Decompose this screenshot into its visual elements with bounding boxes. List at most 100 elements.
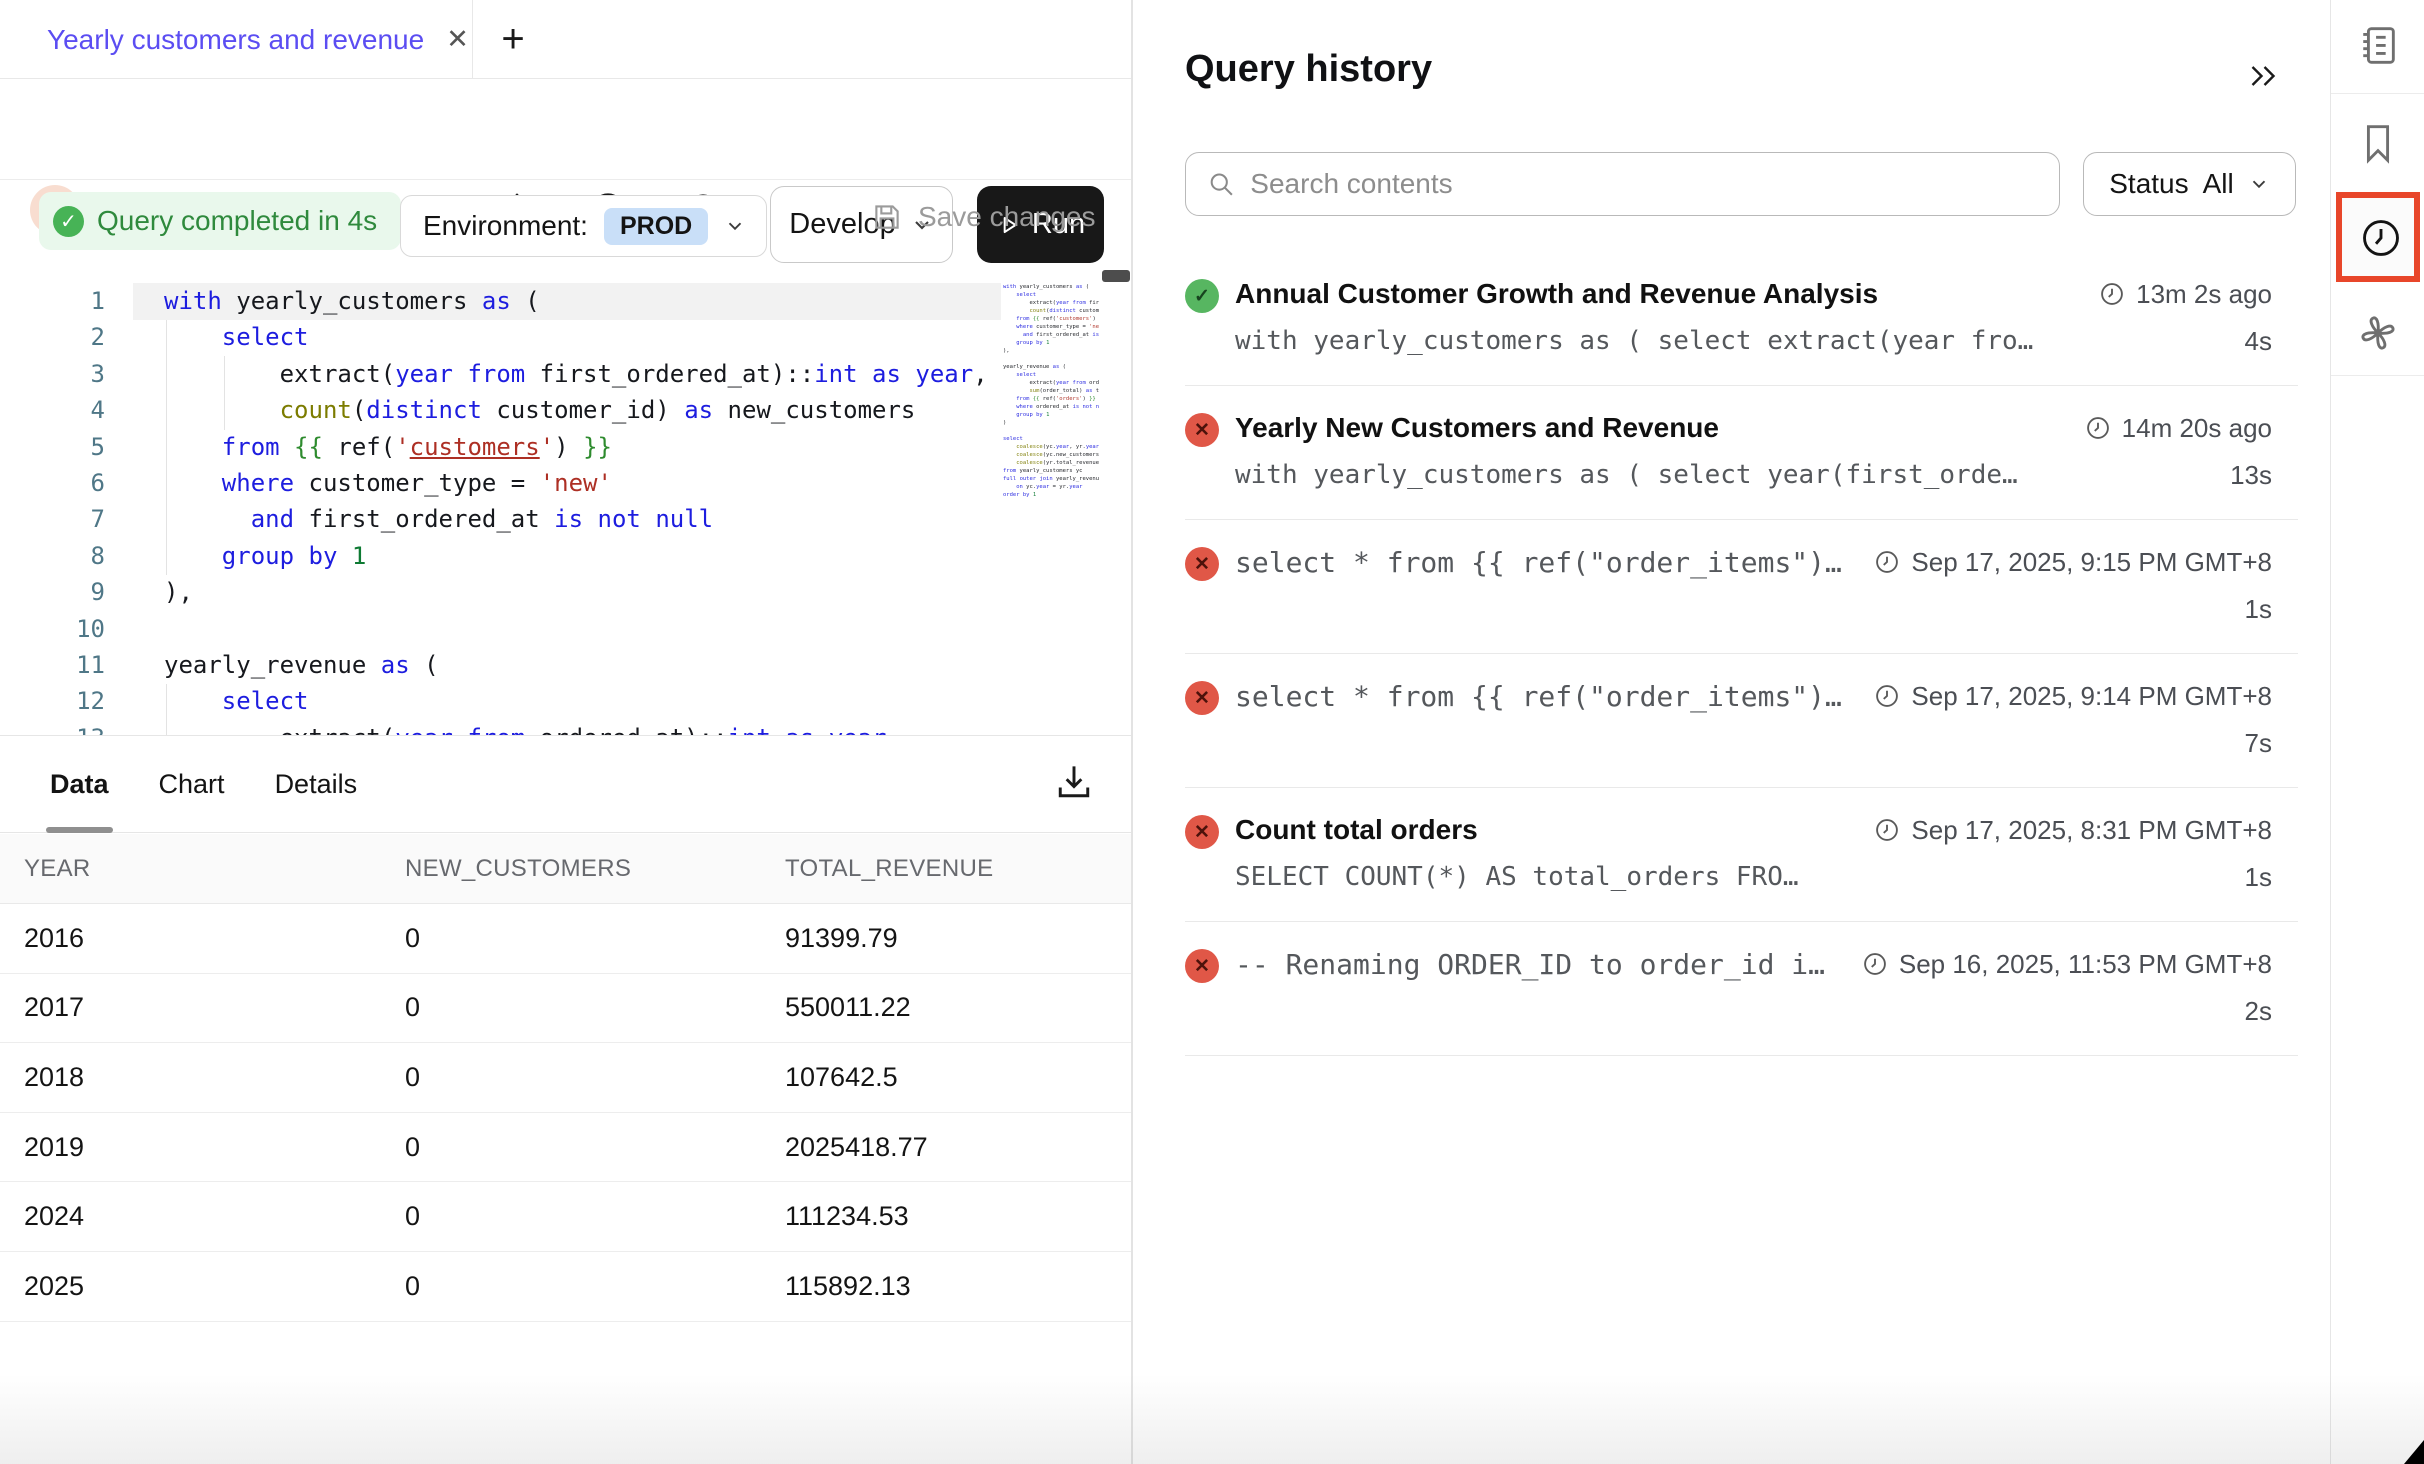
- table-row[interactable]: 20180107642.5: [0, 1043, 1131, 1113]
- clock-icon: [1873, 682, 1901, 710]
- code-line: count(distinct customer_id) as new_custo…: [164, 392, 1004, 428]
- table-cell: 0: [405, 1271, 420, 1302]
- results-tab-chart[interactable]: Chart: [159, 736, 225, 833]
- clock-icon: [2084, 414, 2112, 442]
- mouse-cursor: [2404, 1440, 2424, 1464]
- column-header: YEAR: [24, 855, 91, 883]
- history-item[interactable]: ✕select * from {{ ref("order_items")…Sep…: [1185, 654, 2298, 788]
- history-item-row1: -- Renaming ORDER_ID to order_id i…Sep 1…: [1185, 942, 2272, 986]
- history-item[interactable]: ✕select * from {{ ref("order_items")…Sep…: [1185, 520, 2298, 654]
- sidebar-divider: [2331, 93, 2424, 94]
- table-row[interactable]: 20240111234.53: [0, 1182, 1131, 1252]
- search-input[interactable]: [1250, 168, 2039, 200]
- code-line: group by 1: [164, 538, 1004, 574]
- tab-close-icon[interactable]: ✕: [446, 24, 469, 55]
- timestamp: Sep 17, 2025, 9:15 PM GMT+8: [1911, 547, 2272, 578]
- history-item[interactable]: ✕Yearly New Customers and Revenue14m 20s…: [1185, 386, 2298, 520]
- clock-icon: [1861, 950, 1889, 978]
- history-item-title: Count total orders: [1235, 814, 1478, 846]
- history-list: ✓Annual Customer Growth and Revenue Anal…: [1185, 252, 2298, 1056]
- clock-icon: [2358, 215, 2404, 261]
- table-row[interactable]: 201902025418.77: [0, 1113, 1131, 1183]
- download-icon[interactable]: [1052, 760, 1096, 804]
- line-number: 8: [0, 538, 105, 574]
- code-line: ),: [164, 574, 1004, 610]
- right-icon-sidebar: [2330, 0, 2424, 1464]
- table-cell: 111234.53: [785, 1201, 909, 1232]
- history-item-title: Yearly New Customers and Revenue: [1235, 412, 1719, 444]
- code-line: select: [164, 683, 1004, 719]
- status-filter-value: All: [2203, 168, 2234, 200]
- save-changes-label: Save changes: [918, 201, 1095, 233]
- chevron-down-icon: [2248, 173, 2270, 195]
- history-item[interactable]: ✕-- Renaming ORDER_ID to order_id i…Sep …: [1185, 922, 2298, 1056]
- status-filter-dropdown[interactable]: Status All: [2083, 152, 2296, 216]
- table-cell: 2018: [24, 1062, 84, 1093]
- history-item[interactable]: ✕Count total ordersSep 17, 2025, 8:31 PM…: [1185, 788, 2298, 922]
- query-history-title: Query history: [1185, 48, 1432, 91]
- code-line: where customer_type = 'new': [164, 465, 1004, 501]
- app-window: Yearly customers and revenue ✕ + BL Your…: [0, 0, 2424, 1464]
- history-item[interactable]: ✓Annual Customer Growth and Revenue Anal…: [1185, 252, 2298, 386]
- results-tab-data[interactable]: Data: [50, 736, 109, 833]
- history-item-query-preview: with yearly_customers as ( select extrac…: [1235, 326, 2033, 356]
- search-icon: [1206, 168, 1236, 200]
- scrollbar-thumb[interactable]: [1102, 270, 1130, 282]
- column-header: NEW_CUSTOMERS: [405, 855, 631, 883]
- line-number: 9: [0, 574, 105, 610]
- history-item-row2: 7s: [1185, 722, 2272, 764]
- line-number: 6: [0, 465, 105, 501]
- code-line: with yearly_customers as (: [164, 283, 1004, 319]
- query-status-text: Query completed in 4s: [97, 205, 377, 237]
- history-item-time: Sep 17, 2025, 8:31 PM GMT+8: [1873, 815, 2272, 846]
- clock-icon: [1873, 548, 1901, 576]
- history-item-duration: 1s: [2245, 594, 2272, 625]
- query-status-badge: ✓ Query completed in 4s: [39, 192, 401, 250]
- clock-icon: [2098, 280, 2126, 308]
- new-tab-button[interactable]: +: [488, 14, 538, 64]
- code-line: select: [164, 319, 1004, 355]
- tab-yearly-customers-and-revenue[interactable]: Yearly customers and revenue ✕: [0, 0, 472, 79]
- history-item-title: Annual Customer Growth and Revenue Analy…: [1235, 278, 1878, 310]
- table-cell: 115892.13: [785, 1271, 911, 1302]
- lineage-compass-icon[interactable]: [2355, 310, 2401, 356]
- line-number: 3: [0, 356, 105, 392]
- table-row[interactable]: 20170550011.22: [0, 974, 1131, 1044]
- history-item-duration: 2s: [2245, 996, 2272, 1027]
- table-row[interactable]: 2025 0 115892.13: [0, 1252, 1131, 1322]
- history-item-query-preview: SELECT COUNT(*) AS total_orders FRO…: [1235, 862, 1799, 892]
- table-cell: 2025: [24, 1271, 84, 1302]
- line-number-gutter: 12345678910111213: [0, 283, 105, 736]
- history-item-duration: 1s: [2245, 862, 2272, 893]
- history-item-row2: 1s: [1185, 588, 2272, 630]
- table-cell: 2025418.77: [785, 1132, 928, 1163]
- line-number: 12: [0, 683, 105, 719]
- history-search[interactable]: [1185, 152, 2060, 216]
- table-cell: 0: [405, 1132, 420, 1163]
- history-item-row2: with yearly_customers as ( select extrac…: [1185, 320, 2272, 362]
- tab-title: Yearly customers and revenue: [47, 24, 424, 56]
- table-row[interactable]: 2016091399.79: [0, 904, 1131, 974]
- insight-header: BL Your saved insight Develop Run: [0, 80, 1131, 180]
- line-number: 10: [0, 611, 105, 647]
- history-item-row2: SELECT COUNT(*) AS total_orders FRO… 1s: [1185, 856, 2272, 898]
- query-history-panel: Query history Status All ✓Annual Custome…: [1133, 0, 2330, 1464]
- code-line: extract(year from ordered_at)::int as ye…: [164, 720, 1004, 736]
- editor-minimap[interactable]: with yearly_customers as ( select extrac…: [1003, 283, 1099, 723]
- bookmark-icon[interactable]: [2355, 120, 2401, 166]
- results-tab-details[interactable]: Details: [275, 736, 358, 833]
- check-circle-icon: ✓: [53, 206, 84, 237]
- environment-dropdown[interactable]: Environment: PROD: [400, 195, 767, 257]
- environment-label: Environment:: [423, 210, 588, 242]
- history-item-time: Sep 16, 2025, 11:53 PM GMT+8: [1861, 949, 2272, 980]
- save-changes-button[interactable]: Save changes: [870, 200, 1095, 234]
- notebook-icon[interactable]: [2355, 22, 2401, 68]
- query-history-sidebar-item-active[interactable]: [2336, 192, 2420, 282]
- code-line: yearly_revenue as (: [164, 647, 1004, 683]
- collapse-panel-icon[interactable]: [2245, 58, 2281, 94]
- sql-code-editor[interactable]: 12345678910111213 with yearly_customers …: [0, 272, 1131, 736]
- table-cell: 0: [405, 1201, 420, 1232]
- table-header-row: YEARNEW_CUSTOMERSTOTAL_REVENUE: [0, 834, 1131, 904]
- history-item-row1: Count total orders Sep 17, 2025, 8:31 PM …: [1185, 808, 2272, 852]
- error-status-icon: ✕: [1185, 547, 1219, 581]
